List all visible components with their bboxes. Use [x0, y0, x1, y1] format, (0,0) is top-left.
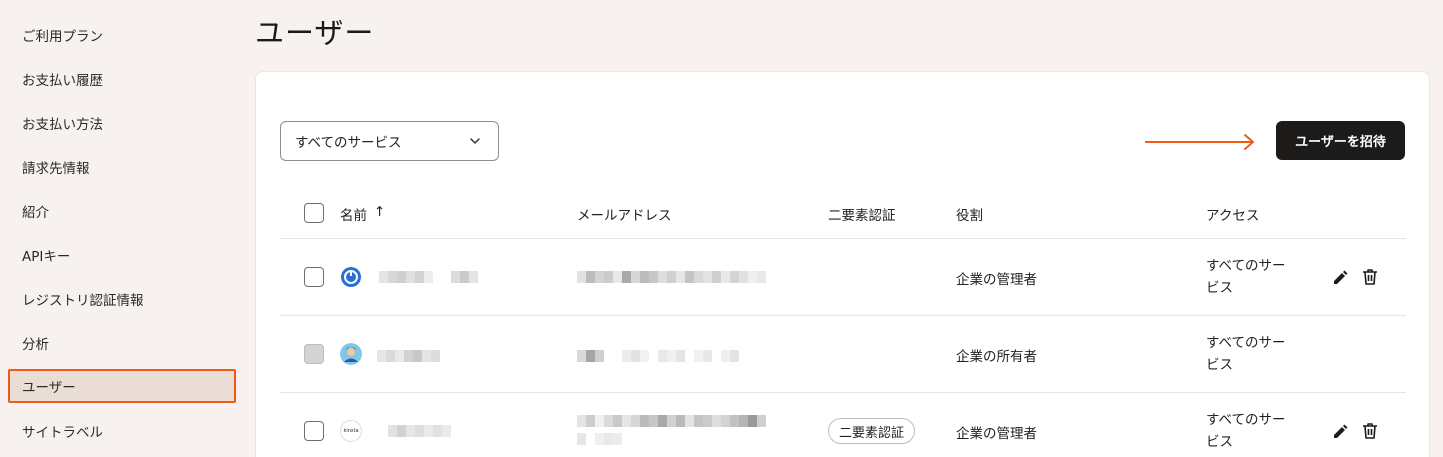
2fa-badge: 二要素認証 [828, 418, 916, 444]
service-filter-value: すべてのサービス [295, 135, 402, 151]
column-header-access: アクセス [1206, 208, 1260, 224]
redacted-email [577, 415, 766, 427]
arrow-right-icon [1145, 134, 1254, 150]
access-value: すべてのサービス [1206, 412, 1286, 450]
sidebar-item-analytics[interactable]: 分析 [8, 326, 236, 360]
sidebar-item-payment-history[interactable]: お支払い履歴 [8, 62, 236, 96]
sidebar-item-referral[interactable]: 紹介 [8, 194, 236, 228]
sidebar-item-registry-credentials[interactable]: レジストリ認証情報 [8, 282, 236, 316]
column-header-2fa: 二要素認証 [828, 208, 896, 224]
avatar: kinsta [340, 420, 362, 442]
sidebar-item-api-keys[interactable]: APIキー [8, 238, 236, 272]
avatar [341, 267, 361, 287]
redacted-email [577, 350, 739, 362]
access-value: すべてのサービス [1206, 258, 1286, 296]
edit-icon[interactable] [1330, 422, 1350, 442]
redacted-name [379, 271, 478, 283]
role-value: 企業の所有者 [956, 349, 1037, 365]
table-header: 名前 ↑ メールアドレス 二要素認証 役割 アクセス [280, 187, 1406, 239]
row-checkbox[interactable] [304, 267, 324, 287]
sort-asc-icon[interactable]: ↑ [374, 204, 385, 220]
sidebar-item-payment-method[interactable]: お支払い方法 [8, 106, 236, 140]
avatar [340, 343, 362, 365]
invite-user-button[interactable]: ユーザーを招待 [1276, 121, 1405, 160]
service-filter-select[interactable]: すべてのサービス [280, 121, 499, 161]
table-row: 企業の所有者 すべてのサービス [280, 316, 1406, 393]
column-header-name[interactable]: 名前 [340, 204, 367, 224]
column-header-role: 役割 [956, 208, 983, 224]
sidebar-item-site-labels[interactable]: サイトラベル [8, 414, 236, 448]
table-row: 企業の管理者 すべてのサービス [280, 239, 1406, 316]
column-header-email: メールアドレス [577, 208, 672, 224]
redacted-name [377, 350, 440, 362]
redacted-email-line2 [577, 433, 631, 445]
sidebar-item-billing-info[interactable]: 請求先情報 [8, 150, 236, 184]
table-row: kinsta 二要素認証 企業の管理者 すべてのサービス [280, 393, 1406, 457]
role-value: 企業の管理者 [956, 426, 1037, 442]
redacted-name [388, 425, 451, 437]
row-checkbox[interactable] [304, 421, 324, 441]
redacted-email [577, 271, 766, 283]
edit-icon[interactable] [1330, 268, 1350, 288]
chevron-down-icon [470, 138, 480, 144]
sidebar: ご利用プラン お支払い履歴 お支払い方法 請求先情報 紹介 APIキー レジスト… [0, 0, 240, 457]
trash-icon[interactable] [1360, 421, 1380, 441]
page-title: ユーザー [255, 16, 375, 50]
select-all-checkbox[interactable] [304, 203, 324, 223]
sidebar-item-plan[interactable]: ご利用プラン [8, 18, 236, 52]
access-value: すべてのサービス [1206, 335, 1286, 373]
trash-icon[interactable] [1360, 267, 1380, 287]
role-value: 企業の管理者 [956, 272, 1037, 288]
users-card: すべてのサービス ユーザーを招待 名前 ↑ メールアドレス 二要素認証 役割 ア… [255, 71, 1430, 457]
row-checkbox [304, 344, 324, 364]
sidebar-item-users[interactable]: ユーザー [8, 369, 236, 403]
